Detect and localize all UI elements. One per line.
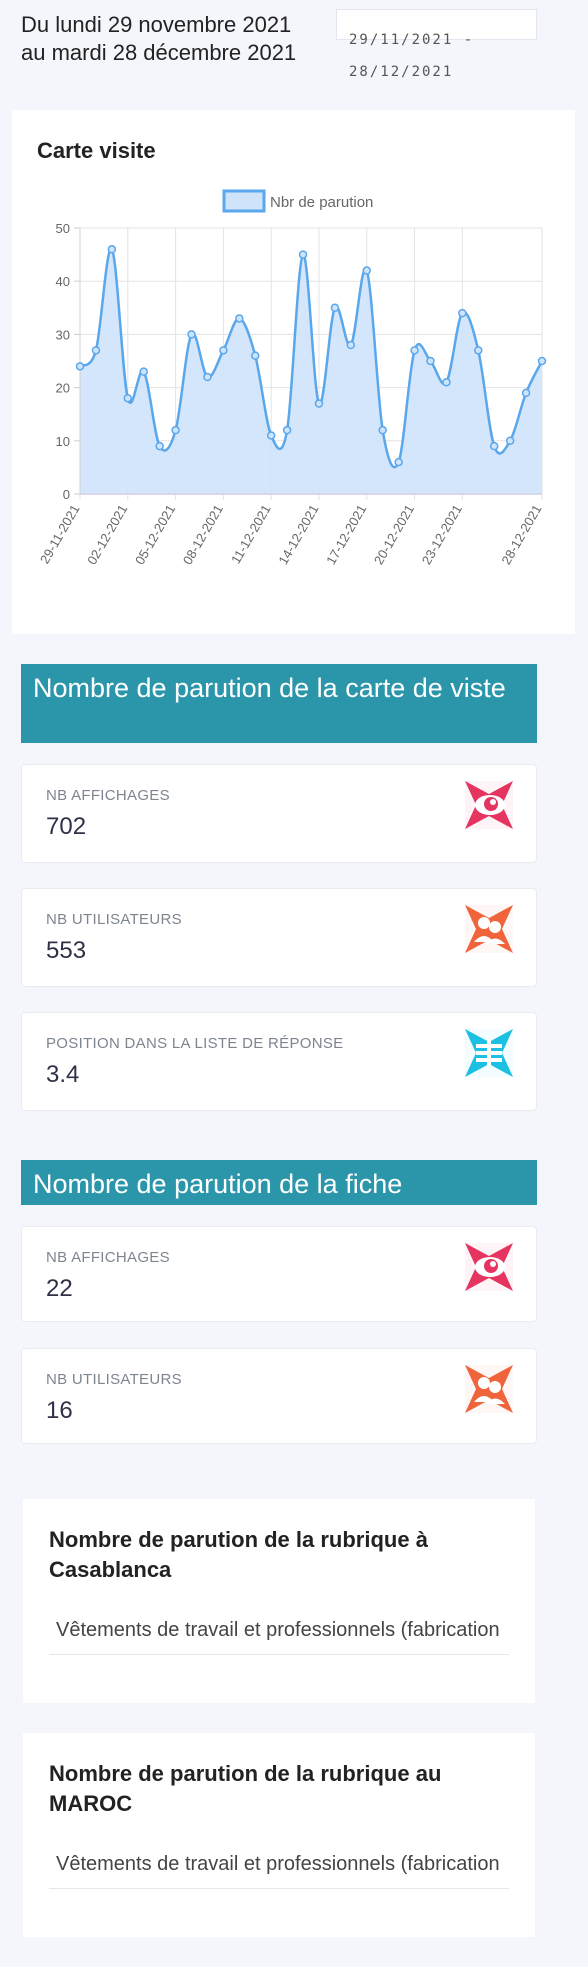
- data-point: [489, 441, 499, 451]
- y-tick-label: 0: [63, 487, 70, 502]
- x-tick-label: 02-12-2021: [84, 502, 130, 567]
- data-point: [235, 314, 244, 323]
- data-point: [537, 356, 547, 366]
- x-tick-label: 29-11-2021: [37, 502, 83, 566]
- rubric-item-row[interactable]: Vêtements de travail et professionnels (…: [49, 1845, 509, 1889]
- stat-value: 702: [46, 813, 87, 840]
- users-icon: [464, 904, 514, 954]
- stat-label: POSITION DANS LA LISTE DE RÉPONSE: [46, 1035, 344, 1052]
- data-point: [187, 330, 196, 339]
- stat-value: 22: [46, 1275, 73, 1302]
- data-point: [458, 308, 467, 318]
- data-point: [442, 378, 451, 387]
- data-point: [362, 266, 372, 275]
- data-point: [219, 346, 228, 355]
- x-tick-label: 08-12-2021: [180, 502, 226, 567]
- x-tick-label: 28-12-2021: [498, 502, 544, 567]
- data-point: [378, 425, 387, 435]
- section-banner-fiche: Nombre de parution de la fiche: [21, 1160, 537, 1205]
- eye-icon: [464, 1242, 514, 1292]
- data-point: [139, 367, 148, 376]
- data-point: [107, 245, 117, 254]
- legend-swatch: [222, 189, 266, 213]
- stat-value: 553: [46, 937, 87, 964]
- eye-icon: [464, 780, 514, 830]
- visits-chart: 0 10 20 30 40 50 29-11-2021 02-12-2021 05-12-202…: [37, 189, 547, 567]
- stat-label: NB UTILISATEURS: [46, 911, 182, 928]
- stat-card-position: POSITION DANS LA LISTE DE RÉPONSE 3.4: [21, 1012, 537, 1111]
- data-point: [91, 346, 101, 355]
- stat-card-users: NB UTILISATEURS 553: [21, 888, 537, 987]
- data-point: [410, 346, 419, 355]
- x-tick-label: 20-12-2021: [371, 502, 417, 567]
- legend-label: Nbr de parution: [270, 194, 373, 211]
- rubric-item-label: Vêtements de travail et professionnels (…: [56, 1619, 500, 1641]
- data-point: [394, 457, 403, 467]
- data-point: [266, 431, 276, 440]
- data-point: [521, 388, 531, 398]
- rubric-card-maroc: Nombre de parution de la rubrique au MAR…: [23, 1733, 535, 1937]
- rubric-title: Nombre de parution de la rubrique au MAR…: [49, 1761, 442, 1816]
- data-point: [298, 250, 308, 259]
- x-tick-label: 14-12-2021: [275, 502, 321, 567]
- stat-value: 16: [46, 1397, 73, 1424]
- data-point: [426, 356, 435, 366]
- stat-label: NB AFFICHAGES: [46, 1249, 170, 1266]
- data-point: [75, 362, 85, 371]
- series-area: [80, 248, 542, 494]
- stat-card-views: NB AFFICHAGES 702: [21, 764, 537, 863]
- stat-label: NB UTILISATEURS: [46, 1371, 182, 1388]
- data-point: [171, 425, 180, 435]
- data-point: [123, 393, 133, 403]
- stat-value: 3.4: [46, 1061, 80, 1088]
- rubric-card-casablanca: Nombre de parution de la rubrique à Casa…: [23, 1499, 535, 1703]
- users-icon: [464, 1364, 514, 1414]
- data-point: [314, 399, 324, 408]
- date-range-value[interactable]: 29/11/2021 - 28/12/2021: [349, 24, 499, 88]
- list-position-icon: [464, 1028, 514, 1078]
- y-tick-label: 10: [56, 434, 70, 449]
- x-tick-label: 05-12-2021: [132, 502, 178, 567]
- stat-card-views: NB AFFICHAGES 22: [21, 1226, 537, 1322]
- stat-label: NB AFFICHAGES: [46, 787, 170, 804]
- x-tick-label: 17-12-2021: [323, 502, 369, 567]
- y-tick-label: 50: [56, 221, 70, 236]
- data-point: [282, 425, 292, 435]
- y-tick-label: 40: [56, 274, 70, 289]
- period-title: Du lundi 29 novembre 2021 au mardi 28 dé…: [21, 12, 297, 65]
- stat-card-users: NB UTILISATEURS 16: [21, 1348, 537, 1444]
- data-point: [505, 436, 515, 446]
- chart-card: Carte visite 0 10 20 30 40 50 29-11-2021 02-12-…: [12, 110, 575, 634]
- x-tick-label: 23-12-2021: [419, 502, 465, 567]
- x-tick-label: 11-12-2021: [228, 502, 274, 566]
- section-banner-card: Nombre de parution de la carte de viste: [21, 664, 537, 743]
- rubric-item-row[interactable]: Vêtements de travail et professionnels (…: [49, 1611, 509, 1655]
- data-point: [346, 340, 356, 350]
- y-tick-label: 20: [56, 381, 70, 396]
- rubric-item-label: Vêtements de travail et professionnels (…: [56, 1853, 500, 1875]
- data-point: [474, 346, 483, 355]
- data-point: [330, 303, 340, 313]
- data-point: [155, 441, 164, 451]
- rubric-title: Nombre de parution de la rubrique à Casa…: [49, 1527, 428, 1582]
- data-point: [203, 372, 212, 382]
- y-tick-label: 30: [56, 327, 70, 342]
- data-point: [250, 351, 260, 360]
